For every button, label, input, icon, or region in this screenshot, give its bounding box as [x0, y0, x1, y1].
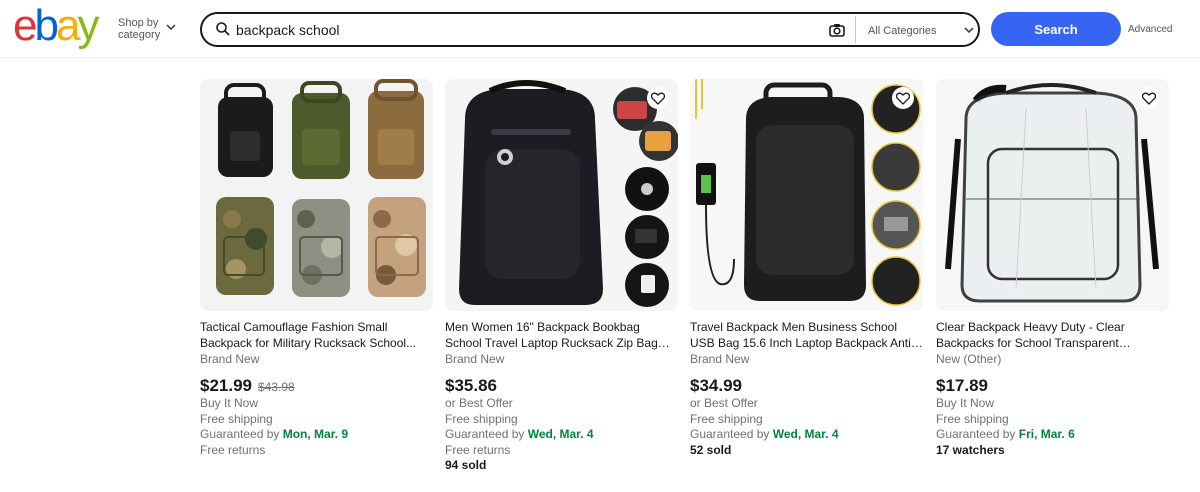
guarantee-prefix: Guaranteed by	[936, 427, 1019, 441]
watchers-count: 17 watchers	[936, 442, 1005, 457]
sold-count: 94 sold	[445, 458, 487, 472]
guarantee-date: Mon, Mar. 9	[282, 427, 349, 441]
product-title[interactable]: Men Women 16" Backpack Bookbag School Tr…	[445, 319, 678, 351]
guarantee-date: Wed, Mar. 4	[527, 427, 594, 441]
ebay-logo[interactable]: e b a y	[13, 1, 99, 50]
delivery-guarantee: Guaranteed by Wed, Mar. 4	[690, 427, 923, 443]
product-condition: Brand New	[690, 352, 750, 366]
product-condition: Brand New	[200, 352, 260, 366]
product-price: $34.99	[690, 376, 742, 395]
category-select-label: All Categories	[868, 25, 937, 37]
product-card[interactable]: Men Women 16" Backpack Bookbag School Tr…	[445, 79, 678, 474]
product-condition: New (Other)	[936, 352, 1002, 366]
product-price: $17.89	[936, 376, 988, 395]
product-card[interactable]: Travel Backpack Men Business School USB …	[690, 79, 923, 458]
returns-info: Free returns	[445, 442, 511, 457]
shipping-info: Free shipping	[445, 411, 518, 426]
guarantee-date: Fri, Mar. 6	[1018, 427, 1075, 441]
shop-by-line2: category	[118, 29, 161, 41]
shipping-info: Free shipping	[936, 411, 1009, 426]
header: e b a y Shop by category All Categories …	[0, 0, 1200, 58]
logo-letter-a: a	[55, 1, 81, 50]
price-row: $21.99 $43.98	[200, 376, 433, 396]
price-row: $35.86	[445, 376, 678, 396]
product-title[interactable]: Travel Backpack Men Business School USB …	[690, 319, 923, 351]
product-image[interactable]	[690, 79, 923, 311]
heart-icon[interactable]	[892, 87, 914, 109]
product-price: $21.99	[200, 376, 252, 395]
shipping-info: Free shipping	[690, 411, 763, 426]
heart-icon[interactable]	[647, 87, 669, 109]
camera-icon[interactable]	[828, 21, 846, 39]
chevron-down-icon	[964, 25, 974, 37]
purchase-option: Buy It Now	[936, 396, 995, 410]
guarantee-date: Wed, Mar. 4	[772, 427, 839, 441]
product-price: $35.86	[445, 376, 497, 395]
delivery-guarantee: Guaranteed by Fri, Mar. 6	[936, 427, 1169, 443]
purchase-option: or Best Offer	[690, 396, 758, 410]
search-icon	[215, 21, 231, 37]
search-input[interactable]	[236, 20, 816, 40]
logo-letter-e: e	[13, 1, 38, 50]
purchase-option: Buy It Now	[200, 396, 259, 410]
guarantee-prefix: Guaranteed by	[200, 427, 283, 441]
header-divider	[0, 57, 1200, 58]
delivery-guarantee: Guaranteed by Mon, Mar. 9	[200, 427, 433, 443]
product-image[interactable]	[200, 79, 433, 311]
price-row: $17.89	[936, 376, 1169, 396]
product-title[interactable]: Clear Backpack Heavy Duty - Clear Backpa…	[936, 319, 1169, 351]
heart-icon[interactable]	[1138, 87, 1160, 109]
product-condition: Brand New	[445, 352, 505, 366]
sold-count: 52 sold	[690, 442, 732, 457]
purchase-option: or Best Offer	[445, 396, 513, 410]
original-price: $43.98	[258, 380, 295, 394]
shop-by-line1: Shop by	[118, 17, 159, 29]
chevron-down-icon	[166, 23, 176, 35]
product-title[interactable]: Tactical Camouflage Fashion Small Backpa…	[200, 319, 433, 351]
product-image[interactable]	[936, 79, 1169, 311]
delivery-guarantee: Guaranteed by Wed, Mar. 4	[445, 427, 678, 443]
guarantee-prefix: Guaranteed by	[445, 427, 528, 441]
advanced-search-link[interactable]: Advanced	[1128, 24, 1172, 35]
product-card[interactable]: Tactical Camouflage Fashion Small Backpa…	[200, 79, 433, 458]
shipping-info: Free shipping	[200, 411, 273, 426]
logo-letter-y: y	[77, 1, 99, 50]
product-card[interactable]: Clear Backpack Heavy Duty - Clear Backpa…	[936, 79, 1169, 458]
search-button[interactable]: Search	[991, 12, 1121, 46]
returns-info: Free returns	[200, 442, 266, 457]
category-select[interactable]: All Categories	[868, 23, 974, 39]
search-bar: All Categories	[200, 12, 980, 47]
logo-letter-b: b	[34, 1, 59, 50]
price-row: $34.99	[690, 376, 923, 396]
guarantee-prefix: Guaranteed by	[690, 427, 773, 441]
product-image[interactable]	[445, 79, 678, 311]
search-divider	[855, 16, 856, 43]
shop-by-category-button[interactable]: Shop by category	[118, 17, 176, 41]
